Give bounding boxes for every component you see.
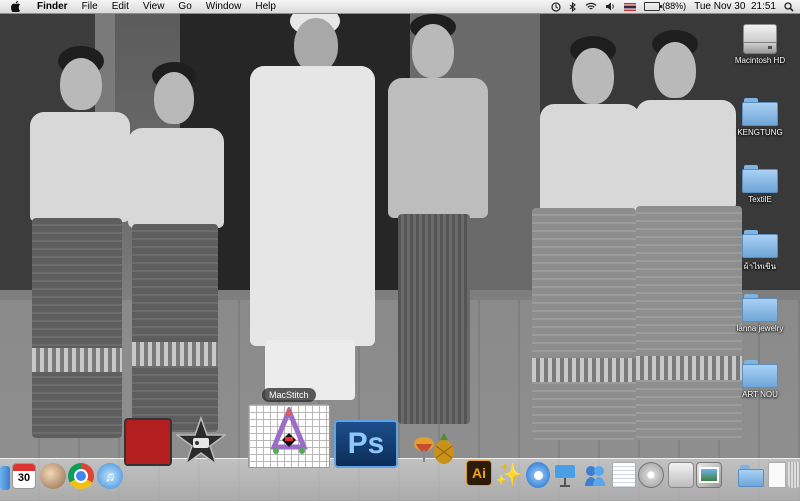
dock-item-iphoto[interactable] <box>696 462 722 488</box>
desktop-icon-label: ผ้าไทเขิน <box>743 262 777 271</box>
clock[interactable]: Tue Nov 30 21:51 <box>694 0 776 13</box>
dock-item-dictionary[interactable]: ✨ <box>495 462 523 488</box>
imovie-icon <box>176 416 226 466</box>
dock-item-quicktime[interactable] <box>526 462 550 488</box>
dock-item-disk-utility[interactable] <box>638 462 664 488</box>
dock-item-itunes[interactable]: ♫ <box>97 463 123 489</box>
front-row-icon <box>414 433 454 464</box>
disk-utility-icon <box>638 462 664 488</box>
desktop-icon-label: KENGTUNG <box>737 128 783 137</box>
photoshop-icon: Ps <box>334 420 398 468</box>
menu-bar: Finder File Edit View Go Window Help (88… <box>0 0 800 14</box>
menu-go[interactable]: Go <box>171 0 198 13</box>
menu-edit[interactable]: Edit <box>105 0 136 13</box>
folder-icon <box>742 98 778 126</box>
dock-tooltip: MacStitch <box>262 388 316 402</box>
illustrator-label: Ai <box>472 465 486 481</box>
dock-item-keynote[interactable] <box>552 462 578 488</box>
keynote-icon <box>555 465 575 487</box>
documents-stack-icon <box>768 462 786 488</box>
battery-icon[interactable]: (88%) <box>644 0 686 13</box>
dock-item-illustrator[interactable]: Ai <box>466 460 492 486</box>
battery-percent: (88%) <box>662 1 687 11</box>
spotlight-icon[interactable] <box>784 1 794 12</box>
itunes-icon: ♫ <box>97 463 123 489</box>
dock-item-front-row[interactable] <box>410 432 460 466</box>
desktop-icon-label: Macintosh HD <box>734 56 786 65</box>
dock-item-chrome[interactable] <box>68 463 94 489</box>
bluetooth-icon[interactable] <box>569 1 577 12</box>
trash-icon <box>788 462 800 488</box>
dictionary-icon: ✨ <box>495 462 523 487</box>
preview-icon <box>40 463 66 489</box>
desktop-icon-label: TextilE <box>748 195 772 204</box>
desktop-icon-folder[interactable]: TextilE <box>722 165 798 204</box>
desktop-icon-folder[interactable]: lanna jewelry <box>722 294 798 333</box>
desktop-icon-folder[interactable]: KENGTUNG <box>722 98 798 137</box>
menu-view[interactable]: View <box>136 0 172 13</box>
photo-booth-icon <box>124 418 172 466</box>
apple-icon <box>11 1 20 12</box>
desktop-icon-folder[interactable]: ผ้าไทเขิน <box>722 230 798 273</box>
chrome-icon <box>68 463 94 489</box>
dock-item-calendar[interactable]: 30 <box>12 463 36 489</box>
folder-icon <box>742 165 778 193</box>
illustrator-icon: Ai <box>466 460 492 486</box>
desktop-icon-label: lanna jewelry <box>736 324 784 333</box>
menu-extras: (88%) Tue Nov 30 21:51 <box>547 0 800 13</box>
dock-item-ichat[interactable] <box>582 462 608 488</box>
dock-item-trash[interactable] <box>788 462 800 488</box>
dock-item-system-preferences[interactable] <box>668 462 694 488</box>
folder-icon <box>742 230 778 258</box>
dock-item-photoshop[interactable]: Ps <box>334 420 398 468</box>
photoshop-label: Ps <box>347 427 385 460</box>
iphoto-icon <box>696 462 722 488</box>
dock-item-finder[interactable] <box>0 466 10 490</box>
desktop-icon-folder[interactable]: ART NOU <box>722 360 798 399</box>
menu-file[interactable]: File <box>75 0 105 13</box>
menu-window[interactable]: Window <box>199 0 249 13</box>
apple-menu[interactable] <box>10 1 22 13</box>
downloads-stack-icon <box>738 465 764 487</box>
dock-item-preview[interactable] <box>40 463 66 489</box>
calendar-day: 30 <box>17 472 31 484</box>
dock-item-macstitch[interactable] <box>248 404 330 468</box>
system-preferences-icon <box>668 462 694 488</box>
menu-help[interactable]: Help <box>248 0 283 13</box>
flag-icon[interactable] <box>624 2 637 11</box>
desktop-wallpaper <box>0 0 800 500</box>
folder-icon <box>742 294 778 322</box>
dock-item-textedit[interactable] <box>612 462 636 488</box>
desktop-icon-label: ART NOU <box>742 390 778 399</box>
dock-item-photo-booth[interactable] <box>124 418 172 466</box>
dock-item-imovie[interactable] <box>176 416 226 466</box>
menu-finder[interactable]: Finder <box>30 0 75 13</box>
wifi-icon[interactable] <box>585 2 597 11</box>
macstitch-icon <box>248 404 330 468</box>
calendar-icon: 30 <box>12 463 36 489</box>
dock-item-documents-stack[interactable] <box>768 462 786 488</box>
hard-drive-icon <box>743 24 777 54</box>
folder-icon <box>742 360 778 388</box>
finder-icon <box>0 466 10 490</box>
time-machine-icon[interactable] <box>551 1 561 12</box>
quicktime-icon <box>526 462 550 488</box>
desktop-icon-macintosh-hd[interactable]: Macintosh HD <box>722 24 798 65</box>
ichat-icon <box>585 466 605 486</box>
textedit-icon <box>612 462 636 488</box>
dock-item-downloads-stack[interactable] <box>738 464 764 488</box>
volume-icon[interactable] <box>605 2 616 11</box>
